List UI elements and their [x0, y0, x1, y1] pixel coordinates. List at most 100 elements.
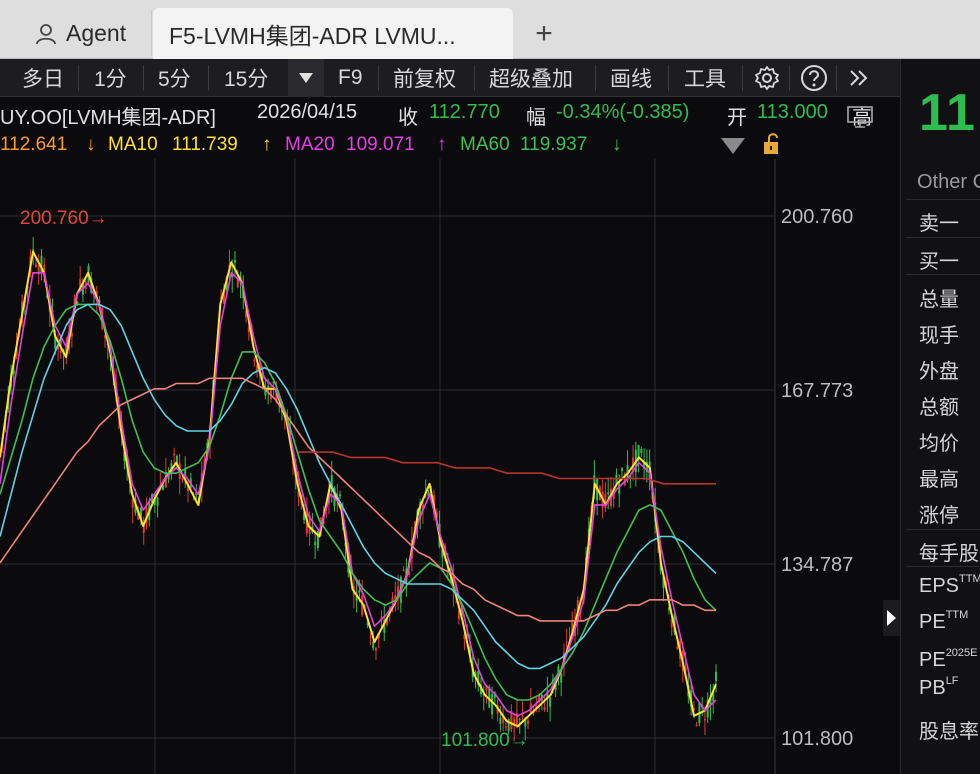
ma10-label: MA10 — [108, 134, 158, 155]
eps-text: EPS — [919, 575, 960, 597]
candle-body — [543, 707, 546, 711]
candle-body — [607, 492, 610, 495]
toolbar-divider — [836, 65, 837, 91]
adjust-price-button[interactable]: 前复权 — [393, 59, 456, 97]
super-overlay-button[interactable]: 超级叠加 — [489, 59, 573, 97]
pe-sup: TTM — [945, 609, 969, 621]
candle-body — [621, 468, 624, 471]
tab-agent-label: Agent — [66, 20, 127, 46]
dividend-yield-label: 股息率 — [919, 721, 979, 743]
help-button[interactable] — [800, 59, 828, 97]
pe-forward-text: PE — [919, 649, 946, 671]
panel-divider — [906, 529, 980, 530]
pe-forward-label: PE2025E — [919, 647, 978, 672]
double-chevron-right-icon — [850, 70, 868, 86]
security-code-name: UY.OO[LVMH集团-ADR] — [0, 107, 216, 129]
candle-body — [339, 494, 342, 497]
period-5min-button[interactable]: 5分 — [158, 59, 191, 97]
last-price-large: 11 — [919, 84, 976, 142]
quote-date: 2026/04/15 — [257, 101, 358, 123]
candle-body — [314, 542, 317, 546]
total-volume-label: 总量 — [919, 289, 959, 311]
candle-body — [695, 724, 698, 726]
chart-grid — [0, 159, 776, 774]
other-label: Other C — [917, 171, 980, 193]
ask1-label: 卖一 — [919, 213, 959, 235]
candle-body — [521, 715, 524, 718]
settings-button[interactable] — [754, 59, 780, 97]
kline-chart[interactable]: 200.760 167.773 134.787 101.800 200.760→… — [0, 159, 884, 774]
browser-tab-bar: Agent F5-LVMH集团-ADR LVMU... + — [0, 0, 980, 59]
tab-agent[interactable]: Agent — [0, 8, 150, 59]
tools-button[interactable]: 工具 — [684, 59, 726, 97]
candle-body — [253, 359, 256, 362]
candle-body — [233, 260, 236, 263]
toolbar-divider — [378, 65, 379, 91]
ma20-trend-arrow: ↑ — [437, 134, 447, 155]
person-icon — [36, 24, 56, 45]
toolbar-divider — [595, 65, 596, 91]
max-price-marker: 200.760→ — [20, 208, 108, 229]
lot-size-label: 每手股 — [919, 543, 979, 565]
period-multiday-button[interactable]: 多日 — [22, 59, 64, 97]
tab-stock[interactable]: F5-LVMH集团-ADR LVMU... — [153, 8, 513, 59]
candle-body — [703, 719, 706, 721]
candle-body — [518, 718, 521, 720]
ma20-label: MA20 — [285, 134, 335, 155]
chart-toolbar: 多日 1分 5分 15分 F9 前复权 超级叠加 画线 工具 — [0, 59, 900, 97]
candle-body — [560, 673, 563, 683]
close-value: 112.770 — [429, 101, 500, 123]
outer-volume-label: 外盘 — [919, 361, 959, 383]
period-1min-button[interactable]: 1分 — [94, 59, 127, 97]
ma10-trend-arrow: ↑ — [262, 134, 272, 155]
candle-body — [504, 726, 507, 728]
ma10-value: 111.739 — [172, 134, 238, 155]
panel-divider — [906, 199, 980, 200]
eps-sup: TTM — [959, 573, 980, 585]
new-tab-button[interactable]: + — [526, 8, 562, 59]
candle-body — [640, 448, 643, 454]
panel-toggle-button[interactable] — [883, 600, 900, 636]
quote-info-line: UY.OO[LVMH集团-ADR] 2026/04/15 收 112.770 幅… — [0, 97, 900, 129]
pb-label: PBLF — [919, 675, 959, 700]
panel-divider — [906, 566, 980, 567]
toolbar-divider — [474, 65, 475, 91]
toolbar-divider — [78, 65, 79, 91]
ma20-value: 109.071 — [346, 134, 415, 155]
period-15min-button[interactable]: 15分 — [224, 59, 268, 97]
ma500-line — [298, 451, 716, 485]
ma-indicator-line: 112.641 ↓ MA10 111.739 ↑ MA20 109.071 ↑ … — [0, 131, 900, 159]
min-price-marker: 101.800→ — [441, 730, 529, 751]
open-label: 开 — [727, 107, 747, 129]
lock-icon[interactable] — [760, 131, 786, 157]
chart-labels: 200.760 167.773 134.787 101.800 200.760→… — [20, 206, 853, 751]
candle-body — [565, 641, 568, 643]
candle-body — [527, 720, 530, 724]
monitor-icon[interactable] — [846, 105, 874, 129]
tab-divider — [151, 10, 152, 56]
f9-button[interactable]: F9 — [338, 59, 363, 97]
candle-body — [374, 648, 377, 651]
gear-icon — [755, 66, 779, 90]
pe-text: PE — [919, 611, 946, 633]
chevron-right-icon — [887, 610, 896, 626]
collapse-triangle-icon[interactable] — [720, 137, 746, 155]
quote-side-panel: 11 Other C 卖一 买一 总量 现手 外盘 总额 均价 最高 涨停 每手… — [900, 59, 980, 774]
candle-body — [491, 694, 494, 715]
change-label: 幅 — [526, 107, 546, 129]
high-label: 最高 — [919, 469, 959, 491]
more-button[interactable] — [848, 59, 870, 97]
current-volume-label: 现手 — [919, 325, 959, 347]
toolbar-divider — [668, 65, 669, 91]
toolbar-divider — [742, 65, 743, 91]
period-dropdown-button[interactable] — [288, 59, 324, 97]
y-tick-label: 101.800 — [781, 728, 853, 750]
draw-line-button[interactable]: 画线 — [610, 59, 652, 97]
candle-body — [34, 264, 37, 267]
limit-up-label: 涨停 — [919, 505, 959, 527]
candle-body — [173, 453, 176, 456]
toolbar-divider — [208, 65, 209, 91]
ma60-value: 119.937 — [520, 134, 588, 155]
candle-body — [499, 717, 502, 724]
pe-forward-sup: 2025E — [945, 647, 978, 659]
